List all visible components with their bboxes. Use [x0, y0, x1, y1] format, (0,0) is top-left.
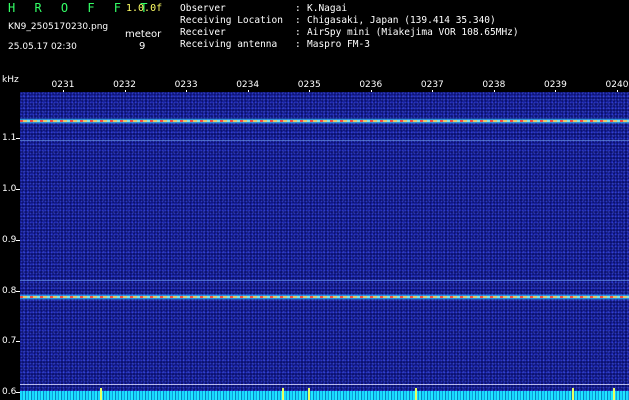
info-separator: : [295, 27, 301, 38]
info-key: Receiving antenna [180, 39, 278, 50]
frequency-tick-label: 0.8 [2, 285, 17, 296]
time-tick-label: 0234 [236, 80, 260, 90]
info-separator: : [295, 15, 301, 26]
info-row-receiver: Receiver : AirSpy mini (Miakejima VOR 10… [180, 27, 519, 39]
info-value: Maspro FM-3 [307, 39, 370, 50]
info-row-observer: Observer : K.Nagai [180, 3, 519, 15]
info-key: Receiving Location [180, 15, 283, 26]
noise-spike [415, 388, 417, 400]
spectrogram-plot [20, 92, 629, 400]
info-key: Observer [180, 3, 226, 14]
info-value: Chigasaki, Japan (139.414 35.340) [307, 15, 496, 26]
filename-label: KN9_2505170230.png [8, 22, 109, 32]
faint-carrier-line [20, 140, 629, 142]
frequency-tick-label: 1.1 [2, 132, 17, 143]
info-row-antenna: Receiving antenna : Maspro FM-3 [180, 39, 519, 51]
faint-carrier-line [20, 383, 629, 385]
frequency-tick-label: 0.6 [2, 387, 17, 398]
meteor-count: 9 [139, 41, 146, 52]
observation-info: Observer : K.Nagai Receiving Location : … [180, 3, 519, 51]
time-tick-label: 0238 [482, 80, 506, 90]
datetime-label: 25.05.17 02:30 [8, 42, 77, 52]
signal-band-core [20, 296, 629, 299]
time-tick-label: 0237 [420, 80, 444, 90]
time-tick-label: 0236 [359, 80, 383, 90]
faint-carrier-line [20, 279, 629, 281]
y-axis-unit-label: kHz [2, 75, 19, 85]
info-value: AirSpy mini (Miakejima VOR 108.65MHz) [307, 27, 519, 38]
noise-spike [572, 388, 574, 400]
noise-spike [100, 388, 102, 400]
info-separator: : [295, 3, 301, 14]
noise-spike [282, 388, 284, 400]
version-label: 1.0.0f [126, 3, 163, 14]
time-tick-label: 0233 [174, 80, 198, 90]
frequency-tick-label: 0.7 [2, 336, 17, 347]
noise-floor-strip [20, 391, 629, 400]
info-value: K.Nagai [307, 3, 348, 14]
time-tick-label: 0231 [51, 80, 75, 90]
info-key: Receiver [180, 27, 226, 38]
noise-spike [308, 388, 310, 400]
meteor-label: meteor [125, 29, 162, 40]
time-tick-label: 0239 [543, 80, 567, 90]
info-separator: : [295, 39, 301, 50]
signal-band-core [20, 120, 629, 123]
noise-spike [613, 388, 615, 400]
info-row-location: Receiving Location : Chigasaki, Japan (1… [180, 15, 519, 27]
time-tick-label: 0235 [297, 80, 321, 90]
frequency-tick-label: 1.0 [2, 183, 17, 194]
time-tick-label: 0240 [605, 80, 629, 90]
time-tick-label: 0232 [113, 80, 136, 90]
frequency-tick-label: 0.9 [2, 234, 17, 245]
time-axis: 0231 0232 0233 0234 0235 0236 0237 0238 0239 0240 [20, 80, 629, 93]
